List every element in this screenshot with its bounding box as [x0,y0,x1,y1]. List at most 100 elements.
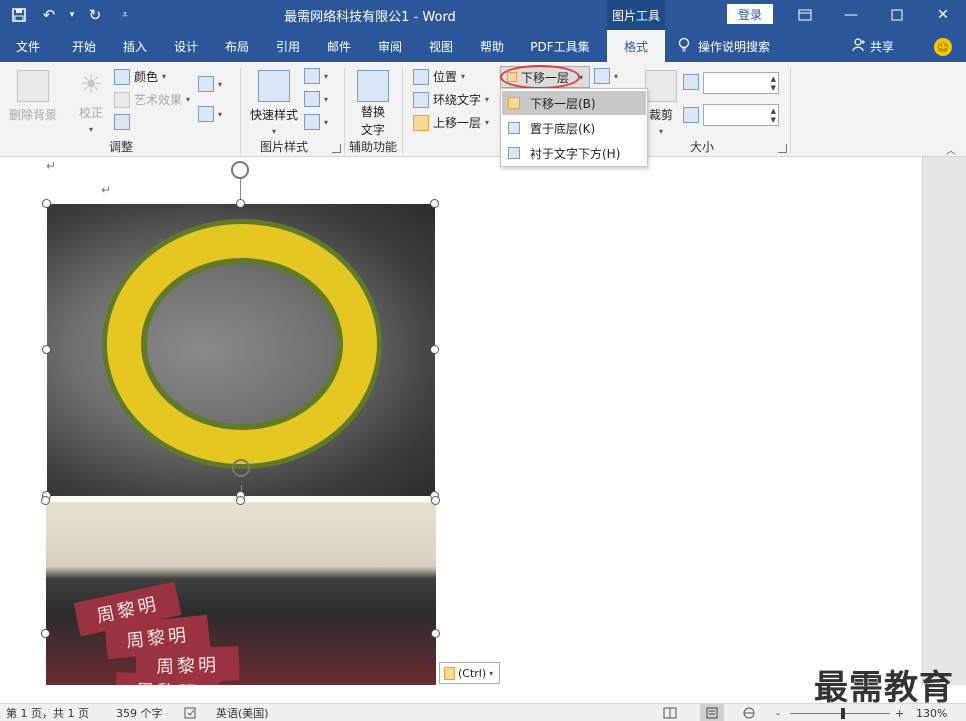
spin-up-icon[interactable]: ▲ [771,107,776,115]
wrap-text-label: 环绕文字 [433,93,482,107]
collapse-ribbon-icon[interactable]: ︿ [946,142,956,157]
quick-styles-button[interactable]: 快速样式 ▾ [250,70,298,136]
tell-me-search[interactable]: 操作说明搜索 [678,30,770,62]
remove-background-label: 删除背景 [8,108,57,122]
crop-button[interactable]: 裁剪 ▾ [645,70,677,136]
resize-handle[interactable] [42,345,51,354]
remove-background-button[interactable]: 删除背景 [8,70,58,123]
resize-handle[interactable] [430,345,439,354]
page-count[interactable]: 第 1 页，共 1 页 [6,704,89,721]
chevron-down-icon: ▾ [324,94,329,104]
tab-review[interactable]: 审阅 [364,30,416,62]
height-field[interactable]: ▲ ▼ [703,72,779,94]
maximize-icon[interactable] [874,0,920,30]
resize-handle[interactable] [41,496,50,505]
dropdown-arrow-icon[interactable]: ▾ [66,2,78,28]
smiley-icon[interactable]: ☺ [934,38,952,56]
close-icon[interactable]: ✕ [920,0,966,30]
resize-handle[interactable] [41,629,50,638]
group-separator [790,68,791,154]
compress-pictures-button[interactable] [114,114,130,130]
zoom-out-button[interactable]: - [776,704,780,721]
document-canvas[interactable]: ↵ ↵ 周黎明 周黎明 周黎明 周黎明 [0,157,922,685]
minimize-icon[interactable]: — [828,0,874,30]
corrections-button[interactable]: ☀ 校正 ▾ [74,70,108,134]
width-field[interactable]: ▲ ▼ [703,104,779,126]
artistic-effects-button[interactable]: 艺术效果 ▾ [114,91,190,108]
resize-handle[interactable] [42,199,51,208]
paste-options-button[interactable]: (Ctrl) ▾ [439,662,500,684]
resize-handle[interactable] [431,496,440,505]
picture-layout-button[interactable]: ▾ [304,114,328,130]
proofing-icon[interactable] [184,704,198,721]
bring-forward-button[interactable]: 上移一层 ▾ [413,114,489,131]
color-label: 颜色 [134,70,159,84]
zoom-slider-track[interactable] [790,713,890,714]
language[interactable]: 英语(美国) [216,704,269,721]
share-button[interactable]: 共享 [852,30,894,62]
tab-view[interactable]: 视图 [416,30,466,62]
login-button[interactable]: 登录 [727,4,773,24]
resize-handle[interactable] [236,496,245,505]
rotate-handle-icon[interactable] [231,161,249,179]
name-cards-photo[interactable]: 周黎明 周黎明 周黎明 周黎明 [46,502,436,685]
resize-handle[interactable] [236,199,245,208]
send-to-back-icon [508,122,520,134]
picture-border-icon [304,68,320,84]
resize-handle[interactable] [430,199,439,208]
spin-down-icon[interactable]: ▼ [771,116,776,124]
remove-background-icon [17,70,49,102]
chevron-down-icon: ▾ [88,125,93,134]
reset-picture-button[interactable]: ▾ [198,106,222,122]
tab-mailings[interactable]: 邮件 [314,30,364,62]
word-count[interactable]: 359 个字 [116,704,163,721]
tab-home[interactable]: 开始 [58,30,110,62]
color-button[interactable]: 颜色 ▾ [114,68,166,85]
tab-format[interactable]: 格式 [607,30,665,62]
position-button[interactable]: 位置 ▾ [413,68,465,85]
chevron-down-icon: ▾ [461,72,466,81]
wrap-text-button[interactable]: 环绕文字 ▾ [413,91,489,108]
compress-icon [114,114,130,130]
wreath-photo[interactable] [47,204,435,496]
width-icon [683,107,699,123]
read-mode-icon[interactable] [663,704,677,721]
tab-file[interactable]: 文件 [0,30,56,62]
undo-icon[interactable]: ↶ [36,2,62,28]
tell-me-label: 操作说明搜索 [698,39,771,54]
vertical-scrollbar[interactable] [922,157,966,685]
change-picture-button[interactable]: ▾ [198,76,222,92]
web-layout-icon[interactable] [742,704,756,721]
tab-insert[interactable]: 插入 [110,30,160,62]
spin-up-icon[interactable]: ▲ [771,75,776,83]
print-layout-icon[interactable] [700,704,724,721]
picture-effects-button[interactable]: ▾ [304,91,328,107]
customize-icon[interactable]: ⩡ [112,2,138,28]
share-label: 共享 [870,39,895,54]
picture-effects-icon [304,91,320,107]
spin-down-icon[interactable]: ▼ [771,84,776,92]
resize-handle[interactable] [431,629,440,638]
save-icon[interactable] [6,2,32,28]
zoom-slider-thumb[interactable] [841,708,845,719]
tab-layout[interactable]: 布局 [212,30,262,62]
tab-references[interactable]: 引用 [262,30,314,62]
tab-pdf-tools[interactable]: PDF工具集 [518,30,602,62]
rotate-handle-icon[interactable] [232,459,250,477]
title-bar: ↶ ▾ ↻ ⩡ 最需网络科技有限公1 - Word 图片工具 登录 — ✕ [0,0,966,30]
group-objects-button[interactable]: ▾ [594,68,618,84]
paragraph-mark-icon: ↵ [46,159,57,173]
height-icon [683,74,699,90]
redo-icon[interactable]: ↻ [82,2,108,28]
menu-item-behind-text[interactable]: 衬于文字下方(H) [502,141,646,165]
highlight-ring [500,65,580,89]
picture-border-button[interactable]: ▾ [304,68,328,84]
size-dialog-launcher[interactable] [778,144,787,153]
picture-styles-dialog-launcher[interactable] [332,144,341,153]
tab-help[interactable]: 帮助 [466,30,518,62]
menu-item-send-backward[interactable]: 下移一层(B) [502,91,646,115]
alt-text-button[interactable]: 替换 文字 [356,70,390,138]
ribbon-display-options-icon[interactable] [782,0,828,30]
tab-design[interactable]: 设计 [160,30,212,62]
menu-item-send-to-back[interactable]: 置于底层(K) [502,116,646,140]
